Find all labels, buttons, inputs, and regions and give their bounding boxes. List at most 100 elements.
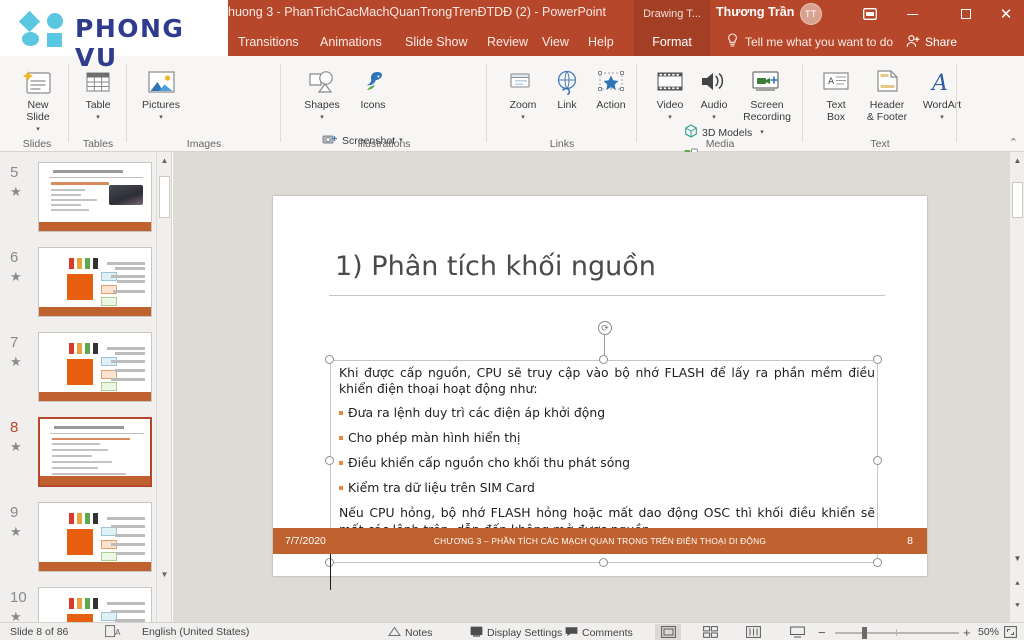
ribbon-group-slides: New Slide ▾ Slides [6,56,68,152]
tab-help[interactable]: Help [578,28,624,56]
tab-review[interactable]: Review [477,28,538,56]
video-button[interactable]: Video ▾ [648,64,692,121]
pictures-label: Pictures [142,99,180,111]
tab-animations[interactable]: Animations [310,28,392,56]
comments-button[interactable]: Comments [565,626,633,640]
chevron-down-icon[interactable]: ▾ [320,114,324,121]
new-slide-button[interactable]: New Slide ▾ [14,64,62,133]
zoom-in-button[interactable]: + [963,625,971,640]
screen-recording-button[interactable]: Screen Recording [736,64,798,124]
rotate-handle-icon[interactable]: ⟳ [598,321,612,335]
thumbnail-slide-10[interactable]: 10 ★ [0,583,171,622]
animation-star-icon: ★ [10,269,22,284]
canvas-scrollbar[interactable]: ▲ ▼ ⯅ ⯆ [1009,152,1024,622]
phong-vu-logo-overlay: PHONG VU [0,0,228,72]
ribbon-display-options-icon[interactable] [848,0,892,28]
normal-view-icon[interactable] [655,624,681,640]
thumbnail-number: 6 [10,249,19,266]
slide-title[interactable]: 1) Phân tích khối nguồn [335,251,656,282]
link-icon [552,64,582,98]
footer-chapter-title: CHƯƠNG 3 – PHẦN TÍCH CÁC MẠCH QUAN TRỌNG… [433,536,767,546]
zoom-slider-handle[interactable] [862,627,867,639]
share-button[interactable]: Share [906,28,957,56]
screen-recording-label: Screen Recording [743,99,791,123]
fit-slide-to-window-icon[interactable] [1004,626,1017,638]
maximize-icon[interactable] [944,0,988,28]
next-slide-icon[interactable]: ⯆ [1010,598,1024,614]
resize-handle-bottom-right[interactable] [873,558,882,567]
minimize-icon[interactable] [890,0,934,28]
zoom-button[interactable]: Zoom ▾ [500,64,546,121]
zoom-out-button[interactable]: − [818,625,826,640]
resize-handle-top-left[interactable] [325,355,334,364]
chevron-down-icon[interactable]: ▾ [36,126,40,133]
content-text[interactable]: Khi được cấp nguồn, CPU sẽ truy cập vào … [339,365,875,545]
link-button[interactable]: Link [546,64,588,112]
ribbon-group-links: Zoom ▾ Link Action Links [488,56,636,152]
shapes-button[interactable]: Shapes ▾ [296,64,348,121]
tab-transitions[interactable]: Transitions [228,28,309,56]
thumbnail-slide-7[interactable]: 7 ★ [0,328,171,413]
thumbnail-slide-5[interactable]: 5 ★ [0,158,171,243]
avatar[interactable]: TT [800,3,822,25]
previous-slide-icon[interactable]: ⯅ [1010,576,1024,592]
thumbnail-scrollbar[interactable]: ▲ ▼ [156,152,171,622]
chevron-down-icon[interactable]: ▾ [940,114,944,121]
thumbnail-slide-9[interactable]: 9 ★ [0,498,171,583]
audio-button[interactable]: Audio ▾ [692,64,736,121]
wordart-button[interactable]: A WordArt ▾ [916,64,968,121]
slide-show-view-icon[interactable] [784,624,810,640]
resize-handle-bottom-center[interactable] [599,558,608,567]
icons-button[interactable]: Icons [350,64,396,112]
scroll-up-icon[interactable]: ▲ [157,152,171,168]
phong-vu-logo-mark-icon [18,10,68,47]
scrollbar-thumb[interactable] [159,176,170,218]
tab-view[interactable]: View [532,28,579,56]
chevron-down-icon[interactable]: ▾ [159,114,163,121]
reading-view-icon[interactable] [740,624,766,640]
chevron-down-icon[interactable]: ▾ [712,114,716,121]
slide-surface[interactable]: 1) Phân tích khối nguồn ⟳ Khi được cấp n… [273,196,927,590]
display-settings-label: Display Settings [487,627,563,639]
resize-handle-middle-right[interactable] [873,456,882,465]
table-button[interactable]: Table ▾ [74,64,122,121]
action-button[interactable]: Action [588,64,634,112]
group-label-links: Links [549,138,575,150]
animation-star-icon: ★ [10,609,22,622]
chevron-down-icon[interactable]: ▾ [521,114,525,121]
tell-me-search[interactable]: Tell me what you want to do [726,28,893,56]
slide-canvas[interactable]: 1) Phân tích khối nguồn ⟳ Khi được cấp n… [173,152,1009,622]
notes-button[interactable]: Notes [388,626,432,640]
resize-handle-top-center[interactable] [599,355,608,364]
resize-handle-top-right[interactable] [873,355,882,364]
thumbnail-slide-6[interactable]: 6 ★ [0,243,171,328]
tab-slide-show[interactable]: Slide Show [395,28,478,56]
pictures-button[interactable]: Pictures ▾ [132,64,190,121]
animation-star-icon: ★ [10,184,22,199]
accessibility-checker-icon[interactable]: A [105,625,121,638]
thumbnail-number: 7 [10,334,19,351]
resize-handle-middle-left[interactable] [325,456,334,465]
scroll-down-icon[interactable]: ▼ [1010,550,1024,566]
scroll-up-icon[interactable]: ▲ [1010,152,1024,168]
contextual-tab-drawing-tools[interactable]: Drawing T... [634,0,710,28]
slide-sorter-view-icon[interactable] [697,624,723,640]
scrollbar-thumb[interactable] [1012,182,1023,218]
chevron-down-icon[interactable]: ▾ [668,114,672,121]
chevron-down-icon[interactable]: ▾ [96,114,100,121]
text-box-button[interactable]: A Text Box [814,64,858,124]
thumbnail-slide-8[interactable]: 8 ★ [0,413,171,498]
header-footer-button[interactable]: Header & Footer [858,64,916,124]
display-settings-button[interactable]: Display Settings [470,626,562,640]
tab-format[interactable]: Format [634,28,710,56]
account-name[interactable]: Thương Trần [716,5,794,19]
zoom-level[interactable]: 50% [978,626,999,638]
language-indicator[interactable]: English (United States) [142,626,249,638]
slide-thumbnail-pane[interactable]: 5 ★ 6 ★ 7 ★ 8 ★ 9 ★ 10 ★ ▲ ▼ [0,152,172,622]
scroll-down-icon[interactable]: ▼ [157,566,171,582]
close-icon[interactable]: ✕ [984,0,1024,28]
zoom-slider-midpoint [896,629,897,636]
collapse-ribbon-icon[interactable]: ⌃ [1009,136,1018,149]
slide-counter[interactable]: Slide 8 of 86 [10,626,68,638]
zoom-slider[interactable] [835,632,959,634]
